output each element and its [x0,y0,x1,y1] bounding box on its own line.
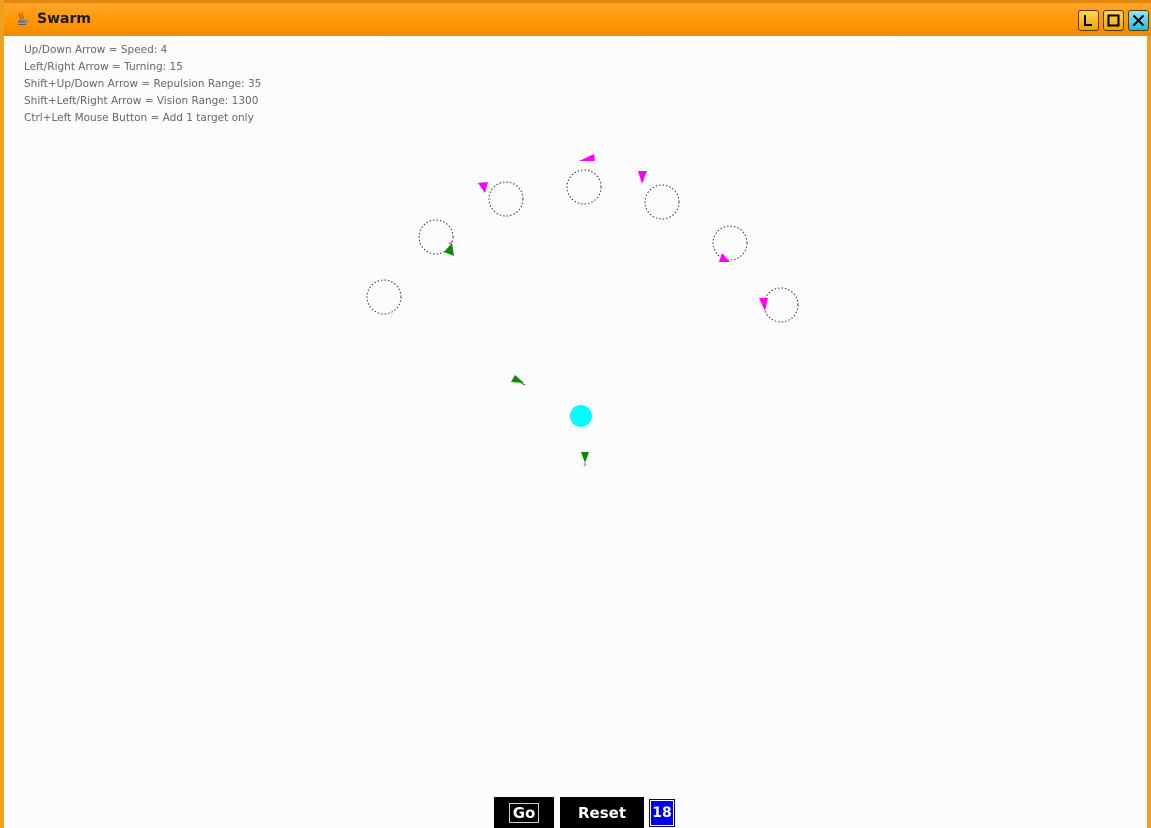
reset-button-label: Reset [578,803,626,822]
agent-arrow-magenta [719,253,730,262]
agent-range-circle [566,169,602,205]
maximize-icon [1107,14,1120,27]
app-window: Swarm Up/Down Arrow = Speed: 4 Left/Righ… [0,0,1151,828]
agent-range-circle [712,225,748,261]
help-line-repulsion: Shift+Up/Down Arrow = Repulsion Range: 3… [24,78,262,90]
agent-range-circle [366,279,402,315]
close-button[interactable] [1128,10,1149,31]
title-bar[interactable]: Swarm [4,0,1151,36]
target-dot [570,405,592,427]
agent-arrow-green [581,452,589,463]
help-text: Up/Down Arrow = Speed: 4 Left/Right Arro… [24,42,261,127]
help-line-speed: Up/Down Arrow = Speed: 4 [24,44,168,56]
help-line-add-target: Ctrl+Left Mouse Button = Add 1 target on… [24,112,254,124]
help-line-vision: Shift+Left/Right Arrow = Vision Range: 1… [24,95,259,107]
agent-arrow-green [444,243,454,256]
go-button[interactable]: Go [494,797,554,828]
swarm-canvas[interactable] [8,36,1151,796]
go-button-label: Go [508,802,540,823]
java-cup-icon [18,12,29,25]
maximize-button[interactable] [1103,10,1124,31]
window-title: Swarm [37,11,91,27]
agent-arrow-green [511,375,524,383]
agent-arrow-magenta [638,171,647,184]
agent-range-circle [763,287,799,323]
close-icon [1132,14,1145,27]
minimize-button[interactable] [1078,10,1099,31]
agent-arrow-magenta [579,154,595,161]
agent-arrow-magenta [759,298,768,311]
agent-arrow-magenta [478,182,488,193]
agent-range-circle [488,181,524,217]
agent-range-circle [644,184,680,220]
minimize-icon [1084,15,1092,26]
help-line-turning: Left/Right Arrow = Turning: 15 [24,61,183,73]
agent-count-badge: 18 [649,799,675,827]
reset-button[interactable]: Reset [560,797,644,828]
